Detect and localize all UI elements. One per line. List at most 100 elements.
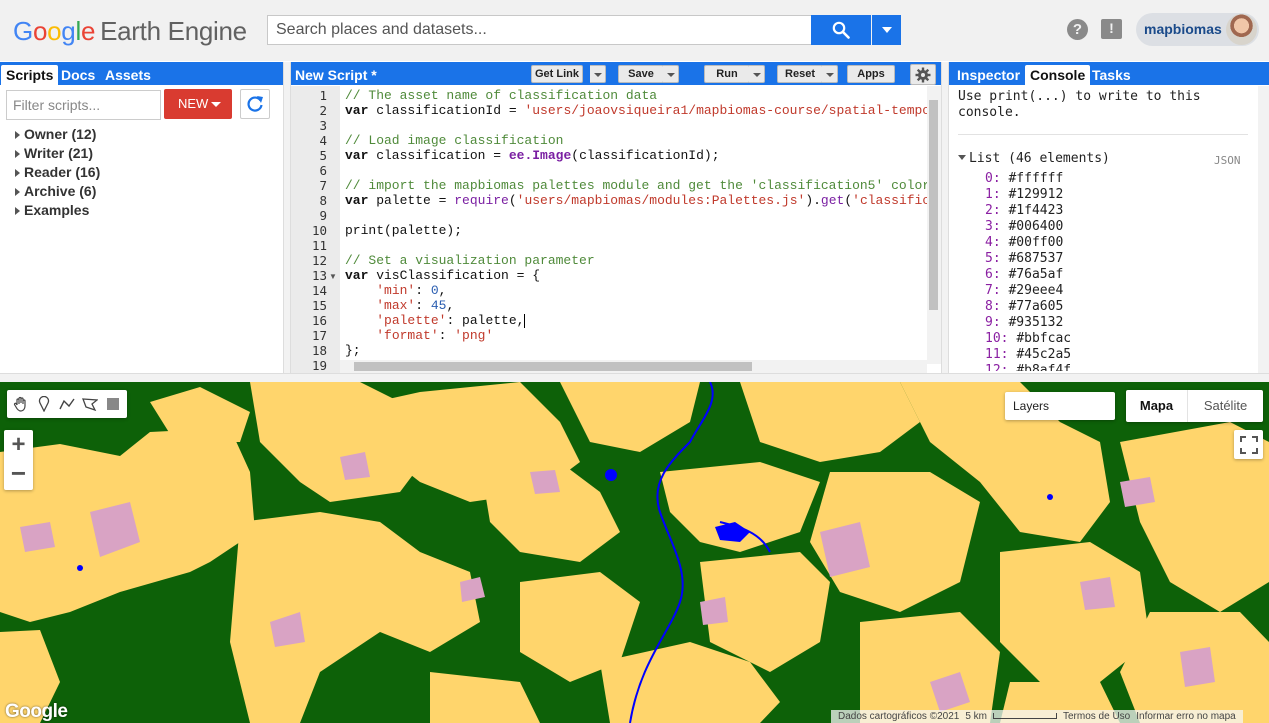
line-number: 7 [319, 178, 327, 193]
tab-docs[interactable]: Docs [56, 65, 100, 85]
tree-item-owner[interactable]: Owner (12) [13, 125, 100, 144]
zoom-in-button[interactable]: + [4, 430, 33, 460]
help-icon[interactable]: ? [1067, 19, 1088, 40]
map-view[interactable]: + − Layers Mapa Satélite Google Dados ca… [0, 382, 1269, 723]
tree-item-label: Writer [24, 145, 65, 161]
scale-bar [993, 713, 1057, 720]
list-header-label: List (46 elements) [969, 151, 1110, 166]
code-token: : [438, 328, 455, 343]
code-line: var classification = ee.Image(classifica… [345, 148, 720, 163]
tree-item-label: Archive [24, 183, 76, 199]
list-value: #45c2a5 [1016, 347, 1072, 362]
run-options-button[interactable] [749, 65, 765, 83]
tree-item-label: Owner [24, 126, 68, 142]
search-icon [832, 21, 850, 39]
list-index: 4: [985, 235, 1001, 250]
save-button[interactable]: Save [618, 65, 664, 83]
list-item: 5: #687537 [985, 251, 1071, 267]
list-value: #29eee4 [1008, 283, 1064, 298]
map-type-map-button[interactable]: Mapa [1126, 390, 1188, 422]
editor-horizontal-scrollbar[interactable] [340, 360, 927, 373]
json-link[interactable]: JSON [1214, 154, 1241, 167]
apps-button[interactable]: Apps [847, 65, 895, 83]
script-title[interactable]: New Script * [295, 67, 377, 83]
panel-splitter[interactable] [941, 62, 949, 373]
search-button[interactable] [811, 15, 871, 45]
line-number: 13 [311, 268, 327, 283]
new-button[interactable]: NEW [164, 89, 232, 119]
list-value: #1f4423 [1008, 203, 1064, 218]
tree-item-examples[interactable]: Examples [13, 201, 100, 220]
app-header: GoogleEarth Engine ? ! mapbiomas [0, 0, 1269, 61]
console-scrollbar[interactable] [1258, 86, 1269, 373]
tab-scripts[interactable]: Scripts [1, 65, 59, 85]
get-link-options-button[interactable] [590, 65, 606, 83]
map-splitter[interactable] [0, 373, 1269, 382]
code-token: 0 [430, 283, 439, 298]
get-link-button[interactable]: Get Link [531, 65, 583, 83]
code-token: 'min' [376, 283, 416, 298]
chevron-down-icon [958, 155, 966, 160]
polygon-tool-icon[interactable] [80, 394, 100, 414]
zoom-out-button[interactable]: − [4, 460, 33, 490]
panel-splitter[interactable] [283, 62, 291, 373]
rectangle-icon [107, 398, 120, 410]
rectangle-tool-icon[interactable] [103, 394, 123, 414]
code-line: // Set a visualization parameter [345, 253, 595, 268]
account-chip[interactable]: mapbiomas [1136, 13, 1259, 46]
editor-vertical-scrollbar[interactable] [927, 86, 941, 364]
reset-button[interactable]: Reset [777, 65, 823, 83]
settings-button[interactable] [910, 64, 936, 85]
scroll-thumb[interactable] [929, 100, 938, 310]
tab-inspector[interactable]: Inspector [952, 65, 1025, 85]
run-button[interactable]: Run [704, 65, 750, 83]
list-index: 7: [985, 283, 1001, 298]
left-tabbar: Scripts Docs Assets [0, 62, 283, 85]
pan-hand-icon[interactable] [11, 394, 31, 414]
code-token: visClassification = { [368, 268, 541, 283]
point-marker-icon[interactable] [34, 394, 54, 414]
tree-item-writer[interactable]: Writer (21) [13, 144, 100, 163]
refresh-icon [247, 96, 263, 112]
fullscreen-button[interactable] [1234, 430, 1263, 459]
tab-tasks[interactable]: Tasks [1087, 65, 1136, 85]
scroll-thumb[interactable] [354, 362, 752, 371]
scale-label[interactable]: 5 km [965, 711, 987, 722]
right-tabbar: Inspector Console Tasks [949, 62, 1269, 85]
code-line: 'min': 0, [345, 283, 446, 298]
refresh-button[interactable] [240, 89, 270, 119]
code-token: palette = [368, 193, 455, 208]
list-expander[interactable]: List (46 elements) [958, 151, 1110, 166]
code-token: , [438, 283, 447, 298]
layers-button[interactable]: Layers [1005, 392, 1115, 420]
search-options-button[interactable] [872, 15, 901, 45]
list-value: #b8af4f [1016, 363, 1072, 371]
tab-console[interactable]: Console [1025, 65, 1091, 85]
reset-options-button[interactable] [822, 65, 838, 83]
fold-arrow-icon[interactable]: ▼ [329, 272, 337, 281]
classification-map[interactable] [0, 382, 1269, 723]
code-token: 45 [430, 298, 447, 313]
line-number: 6 [319, 163, 327, 178]
map-type-satellite-button[interactable]: Satélite [1188, 390, 1263, 422]
save-options-button[interactable] [663, 65, 679, 83]
editor-toolbar: New Script * Get Link Save Run Reset App… [291, 62, 941, 85]
tab-assets[interactable]: Assets [100, 65, 156, 85]
tree-item-archive[interactable]: Archive (6) [13, 182, 100, 201]
report-error-link[interactable]: Informar erro no mapa [1136, 711, 1236, 722]
code-token: (classificationId); [571, 148, 720, 163]
feedback-icon[interactable]: ! [1101, 19, 1122, 39]
terms-link[interactable]: Termos de Uso [1063, 711, 1130, 722]
list-value: #bbfcac [1016, 331, 1072, 346]
code-token: ( [844, 193, 853, 208]
line-number: 8 [319, 193, 327, 208]
search-box [267, 15, 811, 45]
line-tool-icon[interactable] [57, 394, 77, 414]
search-input[interactable] [268, 16, 811, 44]
tree-item-reader[interactable]: Reader (16) [13, 163, 100, 182]
filter-scripts-input[interactable] [6, 90, 161, 120]
line-number: 1 [319, 88, 327, 103]
code-editor[interactable]: // The asset name of classification data… [340, 86, 927, 364]
earth-engine-logo[interactable]: Google Earth Engine [13, 16, 247, 47]
tree-item-count: (6) [79, 183, 97, 199]
